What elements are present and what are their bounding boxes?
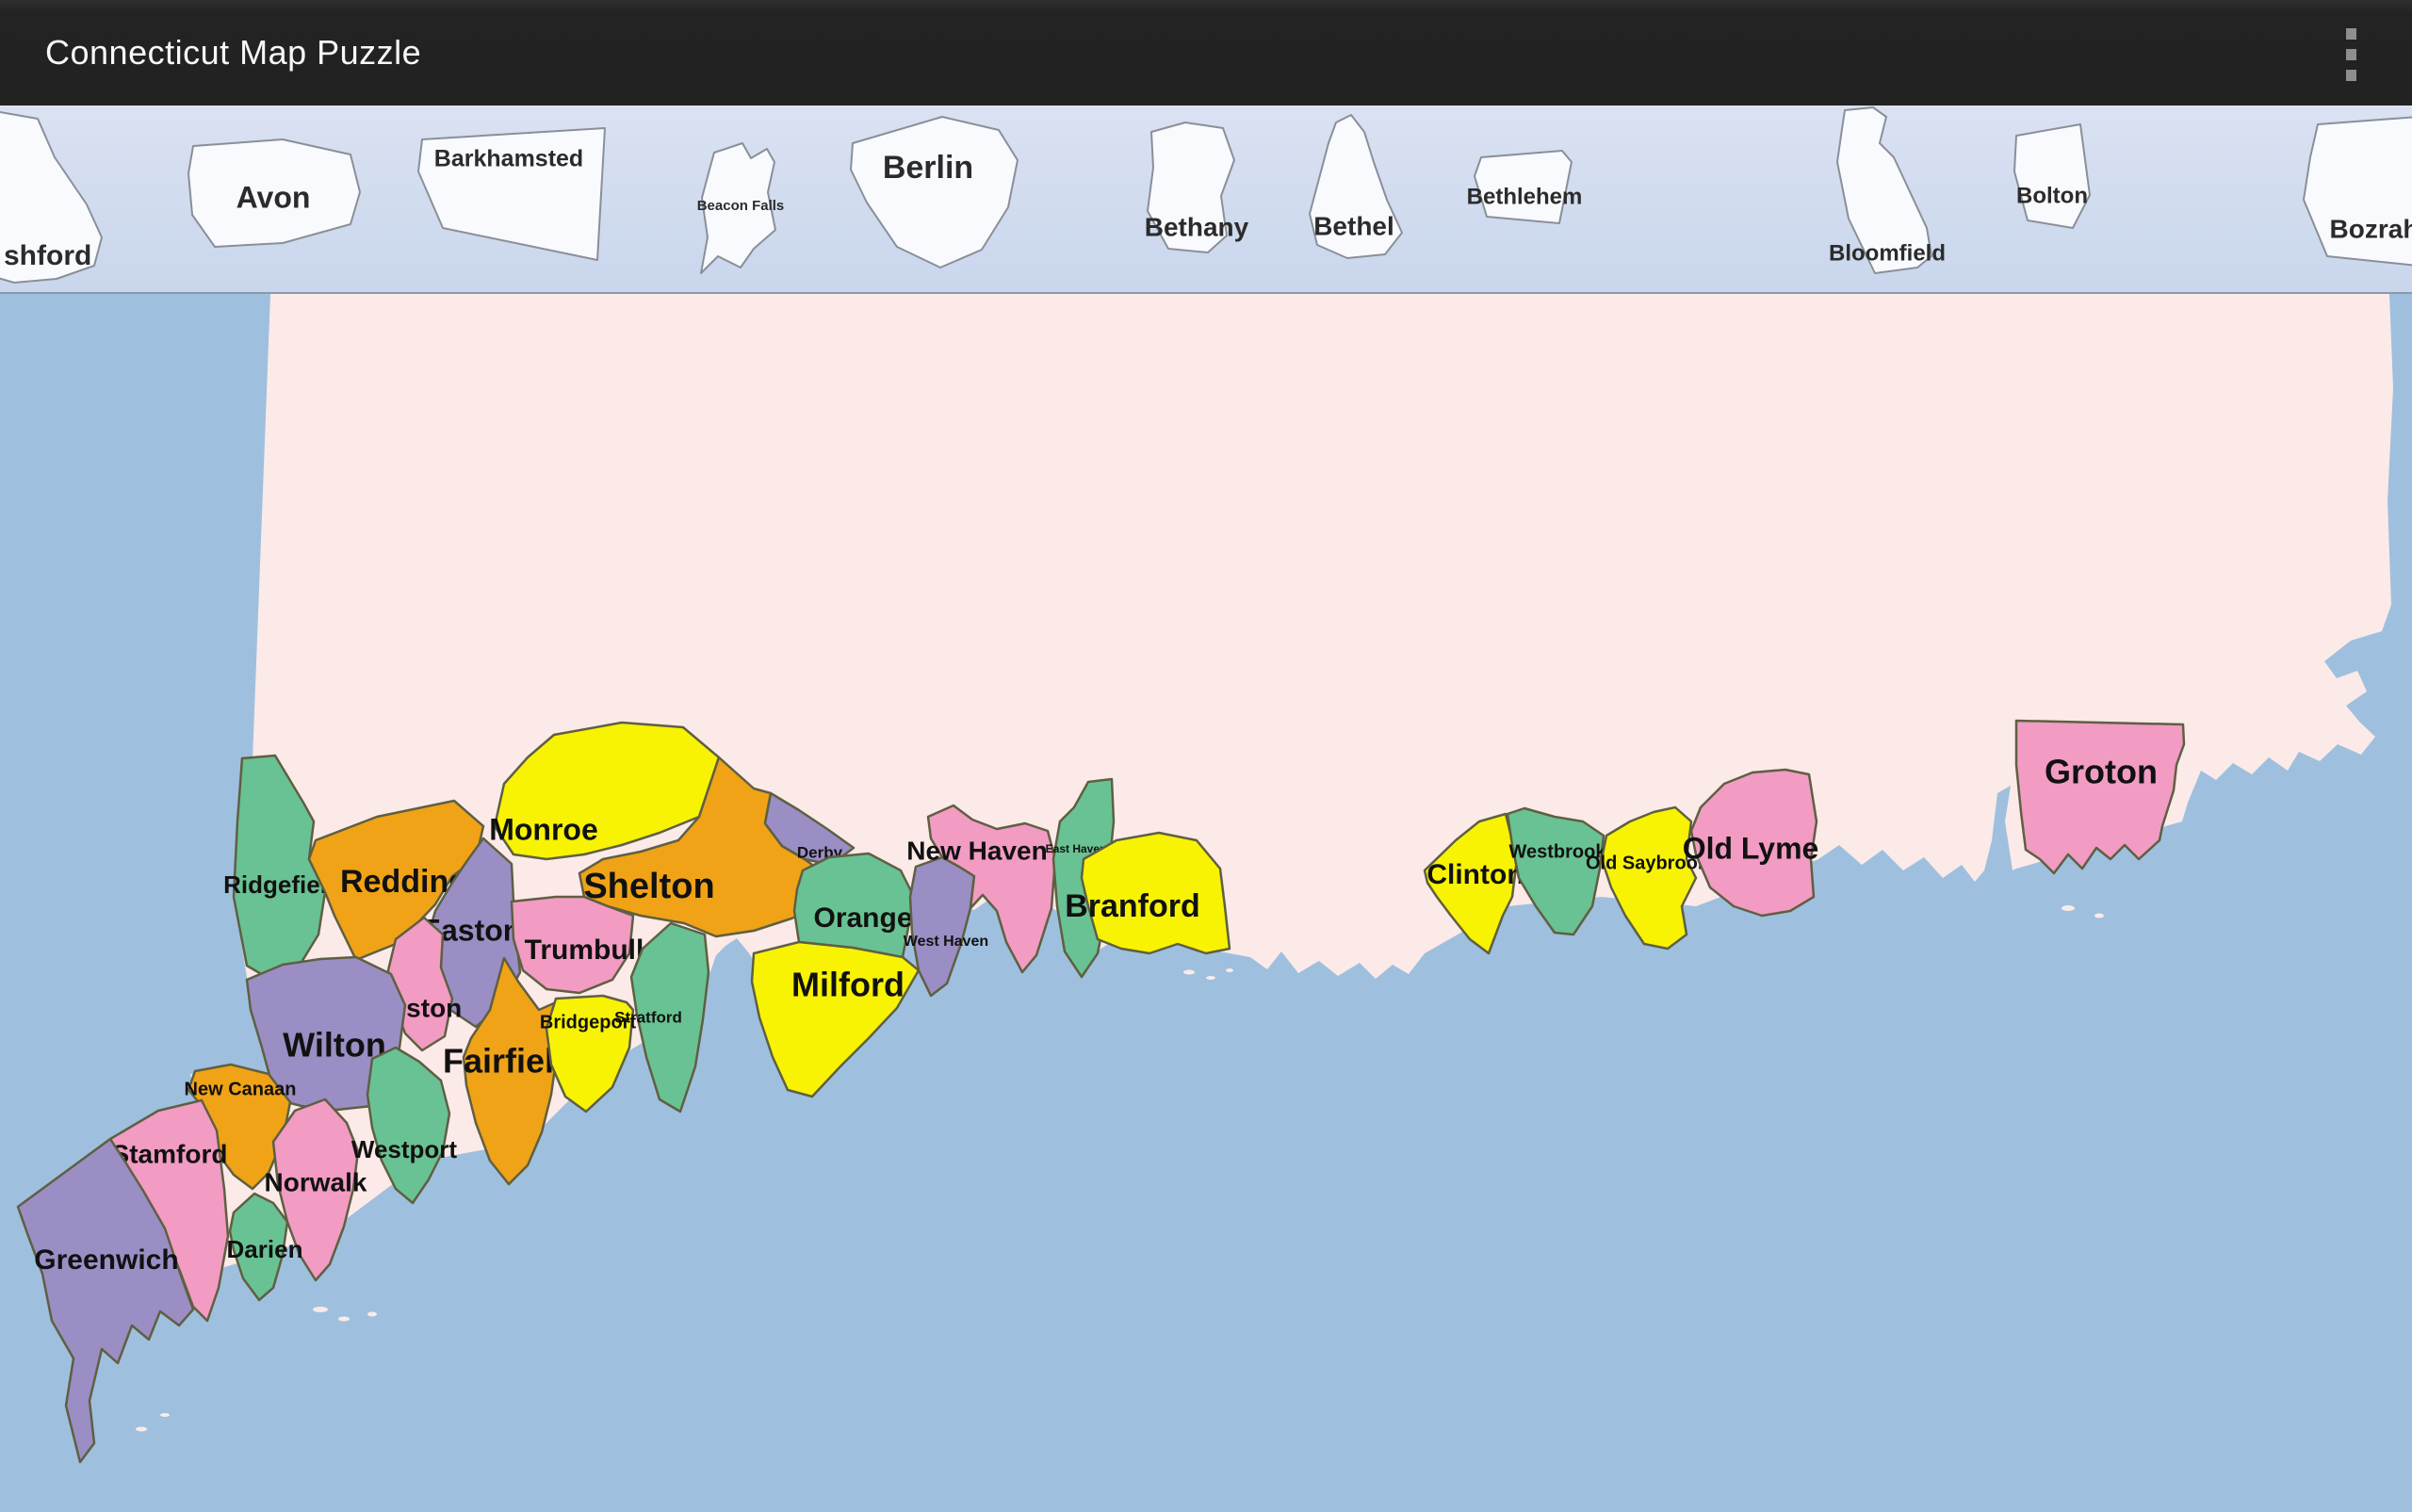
town-label: New Haven xyxy=(906,836,1047,865)
tray-piece-berlin[interactable]: Berlin xyxy=(851,117,1018,268)
town-label: Orange xyxy=(813,902,912,934)
town-orange: Orange xyxy=(794,854,914,957)
piece-tray: shford Avon Barkhamsted Beacon Falls Berlin B… xyxy=(0,106,2412,294)
tray-piece-label: Bloomfield xyxy=(1829,240,1946,266)
tray-piece-barkhamsted[interactable]: Barkhamsted xyxy=(418,128,605,260)
tray-piece-bethany[interactable]: Bethany xyxy=(1145,122,1249,252)
island xyxy=(136,1427,147,1432)
tray-piece-label: Barkhamsted xyxy=(434,146,583,172)
town-label: Monroe xyxy=(489,812,598,846)
island xyxy=(313,1307,328,1312)
town-label: Groton xyxy=(2045,753,2158,791)
town-label: West Haven xyxy=(904,934,988,950)
town-label: Darien xyxy=(227,1235,303,1263)
overflow-menu-icon[interactable] xyxy=(2339,28,2363,81)
town-label: Greenwich xyxy=(34,1244,178,1276)
tray-piece-label: shford xyxy=(4,240,91,271)
town-label: Westport xyxy=(351,1135,458,1163)
tray-piece-bozrah[interactable]: Bozrah xyxy=(2304,117,2412,266)
town-label: Stratford xyxy=(614,1008,682,1026)
tray-piece-bloomfield[interactable]: Bloomfield xyxy=(1829,107,1946,273)
tray-piece-label: Bethlehem xyxy=(1467,184,1583,209)
island xyxy=(367,1312,377,1317)
tray-piece-label: Bethel xyxy=(1313,211,1394,240)
town-label: Trumbull xyxy=(525,935,644,966)
app-title: Connecticut Map Puzzle xyxy=(0,33,421,73)
town-label: Branford xyxy=(1065,888,1200,924)
town-label: Clinton xyxy=(1426,859,1524,890)
tray-piece-bethlehem[interactable]: Bethlehem xyxy=(1467,151,1583,223)
title-bar: Connecticut Map Puzzle xyxy=(0,0,2412,106)
town-label: Old Lyme xyxy=(1683,831,1819,865)
town-label: Wilton xyxy=(283,1026,386,1065)
tray-piece-bolton[interactable]: Bolton xyxy=(2014,124,2090,228)
island xyxy=(2062,905,2075,911)
island xyxy=(2094,914,2104,919)
town-label: Shelton xyxy=(583,867,714,906)
tray-piece-shford[interactable]: shford xyxy=(0,111,102,283)
island xyxy=(1183,970,1195,975)
tray-piece-label: Berlin xyxy=(883,150,973,186)
tray-piece-bethel[interactable]: Bethel xyxy=(1310,115,1402,258)
tray-piece-label: Avon xyxy=(236,180,311,214)
town-label: New Canaan xyxy=(185,1079,297,1099)
town-label: Milford xyxy=(791,966,904,1004)
map-canvas[interactable]: RidgefieldReddingMonroeSheltonEastonTrum… xyxy=(0,294,2412,1507)
town-label: Norwalk xyxy=(265,1167,367,1196)
tray-piece-label: Bolton xyxy=(2016,183,2088,208)
island xyxy=(1226,968,1233,972)
tray-piece-label: Bethany xyxy=(1145,212,1249,241)
island xyxy=(160,1413,170,1417)
town-label: Stamford xyxy=(112,1139,228,1168)
island xyxy=(1206,976,1215,980)
island xyxy=(338,1317,350,1322)
tray-piece-avon[interactable]: Avon xyxy=(188,139,360,247)
tray-piece-label: Beacon Falls xyxy=(697,198,785,214)
tray-piece-beacon-falls[interactable]: Beacon Falls xyxy=(697,143,785,273)
tray-piece-label: Bozrah xyxy=(2330,214,2412,243)
